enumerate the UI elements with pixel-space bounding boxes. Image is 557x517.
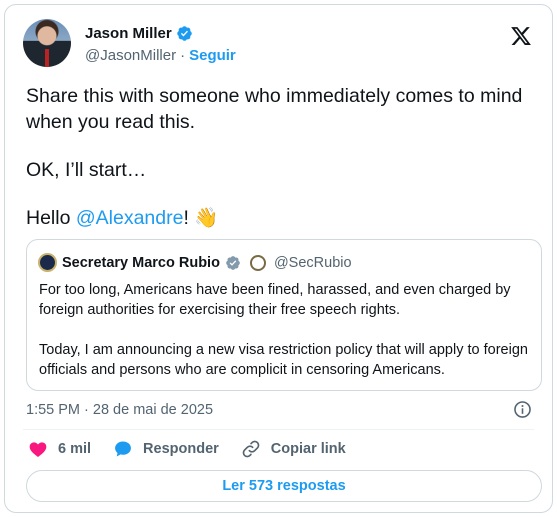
quoted-text: For too long, Americans have been fined,… (39, 280, 535, 380)
government-seal-icon (38, 253, 57, 272)
quoted-paragraph-2: Today, I am announcing a new visa restri… (39, 342, 528, 378)
author-handle-row: @JasonMiller · Seguir (85, 47, 236, 64)
author-handle[interactable]: @JasonMiller (85, 47, 176, 64)
author-name[interactable]: Jason Miller (85, 25, 172, 42)
gray-verified-badge-icon (226, 255, 240, 270)
action-bar: 6 mil Responder Copiar link (28, 439, 368, 459)
reply-label: Responder (143, 441, 219, 457)
tweet-text: Share this with someone who immediately … (26, 83, 546, 231)
mention-link[interactable]: @Alexandre (76, 207, 184, 229)
reply-bubble-icon (115, 441, 131, 457)
divider (23, 429, 534, 430)
tweet-card: Jason Miller @JasonMiller · Seguir Share… (4, 4, 553, 513)
author-name-row: Jason Miller (85, 25, 193, 42)
waving-hand-emoji: 👋 (194, 207, 219, 229)
tweet-line-3-prefix: Hello (26, 207, 76, 229)
reply-button[interactable]: Responder (113, 439, 219, 459)
heart-icon (29, 442, 47, 457)
tweet-line-3-suffix: ! (183, 207, 195, 229)
copy-link-button[interactable]: Copiar link (241, 439, 346, 459)
separator-dot: · (180, 47, 186, 64)
read-replies-button[interactable]: Ler 573 respostas (26, 470, 542, 502)
x-logo-icon[interactable] (510, 25, 532, 47)
quoted-author-handle: @SecRubio (273, 254, 352, 271)
tweet-line-1: Share this with someone who immediately … (26, 85, 523, 133)
quoted-author-name: Secretary Marco Rubio (62, 254, 220, 271)
like-button[interactable]: 6 mil (28, 439, 91, 459)
tweet-line-3: Hello @Alexandre! 👋 (26, 205, 546, 231)
like-count: 6 mil (58, 441, 92, 457)
info-icon[interactable] (513, 400, 532, 419)
affiliate-seal-icon (249, 254, 266, 271)
quoted-paragraph-1: For too long, Americans have been fined,… (39, 282, 511, 318)
tweet-header: Jason Miller @JasonMiller · Seguir (23, 19, 534, 69)
follow-button[interactable]: Seguir (189, 47, 236, 64)
avatar[interactable] (23, 19, 71, 67)
verified-badge-icon (176, 26, 192, 41)
copy-link-label: Copiar link (270, 441, 346, 457)
quoted-header: Secretary Marco Rubio @SecRubio (38, 253, 352, 272)
tweet-line-2: OK, I’ll start… (26, 159, 147, 181)
timestamp[interactable]: 1:55 PM · 28 de mai de 2025 (26, 402, 213, 418)
quoted-tweet[interactable]: Secretary Marco Rubio @SecRubio For too … (26, 239, 542, 391)
link-icon (242, 440, 260, 458)
